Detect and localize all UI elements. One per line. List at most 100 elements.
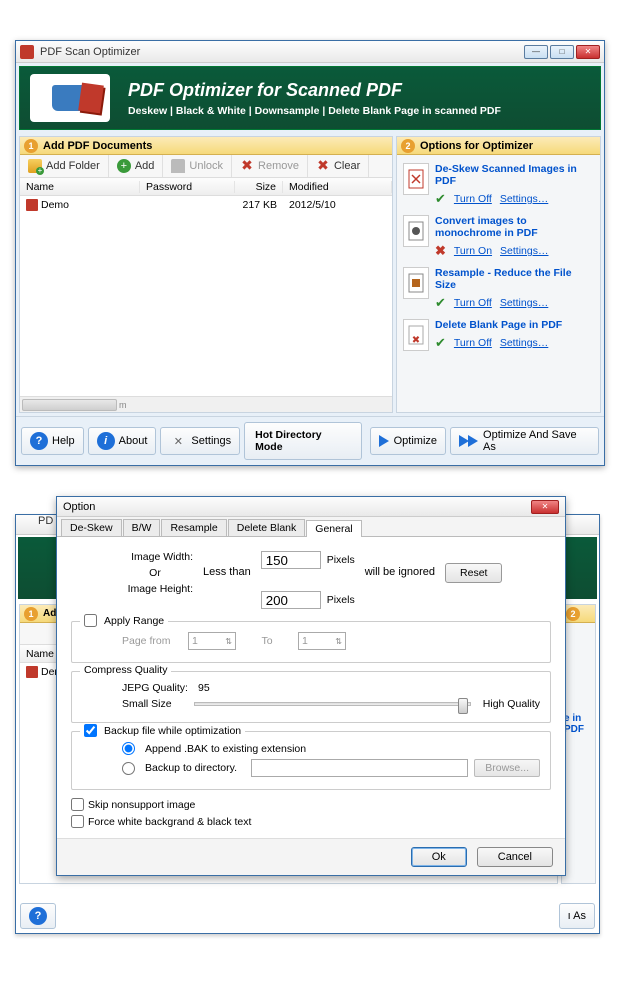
clear-icon: ✖ [316,159,330,173]
col-name[interactable]: Name [20,181,140,193]
compress-quality-group: Compress Quality JEPG Quality: 95 Small … [71,671,551,723]
col-size[interactable]: Size [235,181,283,193]
backup-dir-radio[interactable] [122,762,135,775]
title-bar[interactable]: PDF Scan Optimizer ― □ ✕ [16,41,604,63]
banner-heading: PDF Optimizer for Scanned PDF [128,80,501,101]
dialog-title: Option [63,501,531,513]
grid-header: Name Password Size Modified [20,178,392,196]
options-panel: 2Options for Optimizer De-Skew Scanned I… [396,136,601,413]
lock-icon [171,159,185,173]
tab-general[interactable]: General [306,520,361,537]
delete-blank-icon: ✖ [403,319,429,351]
check-icon: ✔ [435,295,446,311]
documents-toolbar: Add Folder Add Unlock ✖Remove ✖Clear [20,155,392,178]
resample-settings[interactable]: Settings… [500,297,548,309]
tab-bw[interactable]: B/W [123,519,161,536]
skip-nonsupport-checkbox[interactable] [71,798,84,811]
documents-panel: 1Add PDF Documents Add Folder Add Unlock… [19,136,393,413]
tab-deskew[interactable]: De-Skew [61,519,122,536]
svg-text:✖: ✖ [412,335,420,345]
option-delete-blank: ✖ Delete Blank Page in PDF ✔ Turn Off Se… [403,319,594,351]
folder-plus-icon [28,159,42,173]
apply-range-group: Apply Range Page from 1 To 1 [71,621,551,663]
resample-icon [403,267,429,299]
blank-settings[interactable]: Settings… [500,337,548,349]
browse-button[interactable]: Browse... [474,759,540,777]
tab-resample[interactable]: Resample [161,519,226,536]
col-modified[interactable]: Modified [283,181,392,193]
horizontal-scrollbar[interactable]: m [20,396,392,412]
table-row[interactable]: Demo 217 KB 2012/5/10 [20,196,392,214]
help-icon: ? [30,432,48,450]
footer-toolbar: ?Help iAbout ✕Settings Hot Directory Mod… [16,416,604,465]
resample-toggle[interactable]: Turn Off [454,297,492,309]
close-button[interactable]: ✕ [576,45,600,59]
jpeg-quality-value: 95 [198,682,210,694]
image-height-input[interactable] [261,591,321,609]
jpeg-quality-label: JEPG Quality: [122,682,192,694]
append-bak-radio[interactable] [122,742,135,755]
mono-settings[interactable]: Settings… [500,245,548,257]
image-width-label: Image Width: [117,551,193,563]
force-white-checkbox[interactable] [71,815,84,828]
options-header: 2Options for Optimizer [397,137,600,155]
mono-toggle[interactable]: Turn On [454,245,492,257]
play-icon [379,435,389,447]
add-button[interactable]: Add [109,155,164,177]
minimize-button[interactable]: ― [524,45,548,59]
page-from-input[interactable]: 1 [188,632,236,650]
banner-scanner-icon [30,74,110,122]
ok-button[interactable]: Ok [411,847,467,867]
tabs: De-Skew B/W Resample Delete Blank Genera… [57,517,565,537]
dialog-body: Image Width: Or Image Height: Less than … [57,537,565,838]
ignored-label: will be ignored [365,566,435,578]
x-icon: ✖ [435,243,446,259]
blank-toggle[interactable]: Turn Off [454,337,492,349]
less-than-label: Less than [203,566,251,578]
dialog-close-button[interactable]: ✕ [531,500,559,514]
optimize-button[interactable]: Optimize [370,427,446,455]
remove-icon: ✖ [240,159,254,173]
option-resample: Resample - Reduce the File Size ✔ Turn O… [403,267,594,311]
cancel-button[interactable]: Cancel [477,847,553,867]
plus-icon [117,159,131,173]
play-icon [468,435,478,447]
unlock-button[interactable]: Unlock [163,155,232,177]
or-label: Or [117,567,193,579]
deskew-settings[interactable]: Settings… [500,193,548,205]
deskew-icon [403,163,429,195]
remove-button[interactable]: ✖Remove [232,155,308,177]
tab-delete-blank[interactable]: Delete Blank [228,519,306,536]
add-folder-button[interactable]: Add Folder [20,155,109,177]
quality-slider[interactable] [194,702,471,706]
about-button[interactable]: iAbout [88,427,157,455]
help-button[interactable]: ?Help [21,427,84,455]
deskew-toggle[interactable]: Turn Off [454,193,492,205]
maximize-button[interactable]: □ [550,45,574,59]
apply-range-checkbox[interactable] [84,614,97,627]
backup-checkbox[interactable] [84,724,97,737]
dialog-title-bar[interactable]: Option ✕ [57,497,565,517]
reset-button[interactable]: Reset [445,563,502,583]
check-icon: ✔ [435,335,446,351]
backup-dir-input[interactable] [251,759,468,777]
optimize-save-as-button[interactable]: Optimize And Save As [450,427,599,455]
settings-button[interactable]: ✕Settings [160,427,240,455]
image-width-input[interactable] [261,551,321,569]
hot-directory-button[interactable]: Hot Directory Mode [244,422,361,460]
image-height-label: Image Height: [117,583,193,595]
info-icon: i [97,432,115,450]
options-dialog: Option ✕ De-Skew B/W Resample Delete Bla… [56,496,566,876]
monochrome-icon [403,215,429,247]
banner-subheading: Deskew | Black & White | Downsample | De… [128,105,501,117]
grid-body[interactable]: Demo 217 KB 2012/5/10 [20,196,392,396]
page-to-input[interactable]: 1 [298,632,346,650]
main-window: PDF Scan Optimizer ― □ ✕ PDF Optimizer f… [15,40,605,466]
clear-button[interactable]: ✖Clear [308,155,369,177]
col-password[interactable]: Password [140,181,235,193]
backup-group: Backup file while optimization Append .B… [71,731,551,790]
banner: PDF Optimizer for Scanned PDF Deskew | B… [19,66,601,130]
option-deskew: De-Skew Scanned Images in PDF ✔ Turn Off… [403,163,594,207]
scroll-thumb[interactable] [22,399,117,411]
window-title: PDF Scan Optimizer [40,46,524,58]
